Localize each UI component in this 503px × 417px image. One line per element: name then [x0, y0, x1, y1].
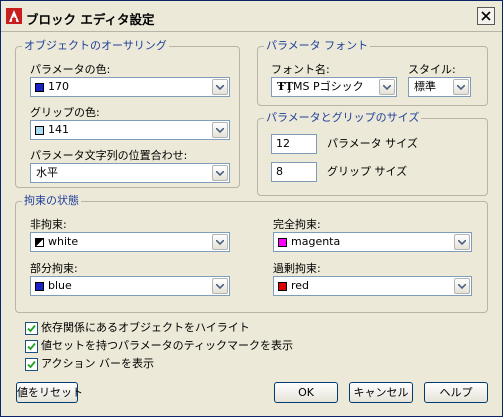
grip-size-input[interactable]: 8	[271, 162, 317, 182]
fully-constrained-dropdown[interactable]	[454, 234, 470, 250]
partially-constrained-value: blue	[48, 279, 72, 292]
unconstrained-dropdown[interactable]	[212, 234, 228, 250]
chevron-down-icon	[216, 240, 224, 245]
param-size-input[interactable]: 12	[271, 134, 317, 154]
text-align-select[interactable]: 水平	[30, 163, 230, 183]
show-tick-marks-label[interactable]: 値セットを持つパラメータのティックマークを表示	[41, 339, 293, 353]
chevron-down-icon	[216, 128, 224, 133]
check-icon	[27, 342, 36, 351]
constraint-status-title: 拘束の状態	[22, 194, 81, 208]
param-color-dropdown[interactable]	[212, 79, 228, 95]
partially-constrained-dropdown[interactable]	[212, 278, 228, 294]
partially-constrained-label: 部分拘束:	[30, 262, 78, 275]
text-align-label: パラメータ文字列の位置合わせ:	[30, 149, 188, 162]
highlight-dependent-checkbox[interactable]	[25, 322, 38, 335]
chevron-down-icon	[216, 284, 224, 289]
over-constrained-swatch	[278, 282, 287, 291]
chevron-down-icon	[457, 85, 465, 90]
font-style-dropdown[interactable]	[453, 79, 469, 95]
check-icon	[27, 360, 36, 369]
unconstrained-select[interactable]: white	[30, 232, 230, 252]
unconstrained-value: white	[48, 235, 79, 248]
chevron-down-icon	[216, 171, 224, 176]
font-name-select[interactable]: ŦŢ MS Pゴシック	[271, 77, 397, 97]
font-style-select[interactable]: 標準	[408, 77, 471, 97]
param-color-label: パラメータの色:	[30, 63, 111, 76]
grip-color-label: グリップの色:	[30, 106, 100, 119]
text-align-dropdown[interactable]	[212, 165, 228, 181]
param-grip-size-title: パラメータとグリップのサイズ	[264, 111, 422, 125]
truetype-font-icon: ŦŢ	[277, 80, 294, 93]
highlight-dependent-label[interactable]: 依存関係にあるオブジェクトをハイライト	[41, 321, 250, 335]
chevron-down-icon	[383, 85, 391, 90]
constraint-status-group: 拘束の状態	[15, 194, 488, 313]
param-font-title: パラメータ フォント	[264, 39, 371, 53]
grip-color-value: 141	[48, 123, 69, 136]
chevron-down-icon	[458, 284, 466, 289]
fully-constrained-value: magenta	[291, 235, 341, 248]
block-editor-settings-dialog: ブロック エディタ設定 オブジェクトのオーサリング パラメータの色: 170 グ…	[0, 0, 503, 417]
help-button[interactable]: ヘルプ	[424, 382, 488, 403]
param-size-value: 12	[276, 137, 290, 150]
show-action-bar-checkbox[interactable]	[25, 358, 38, 371]
param-grip-size-group: パラメータとグリップのサイズ	[257, 111, 488, 196]
font-name-value: MS Pゴシック	[293, 80, 364, 93]
font-style-label: スタイル:	[408, 63, 456, 76]
close-button[interactable]	[477, 7, 495, 25]
param-color-swatch	[35, 83, 44, 92]
fully-constrained-label: 完全拘束:	[273, 218, 321, 231]
grip-size-value: 8	[276, 165, 283, 178]
partially-constrained-swatch	[35, 282, 44, 291]
over-constrained-value: red	[291, 279, 310, 292]
title-bar: ブロック エディタ設定	[1, 1, 502, 32]
text-align-value: 水平	[36, 166, 58, 179]
ok-button[interactable]: OK	[274, 382, 338, 403]
unconstrained-swatch	[35, 238, 44, 247]
chevron-down-icon	[458, 240, 466, 245]
over-constrained-dropdown[interactable]	[454, 278, 470, 294]
autocad-logo-icon	[6, 8, 22, 24]
param-color-value: 170	[48, 80, 69, 93]
object-authoring-title: オブジェクトのオーサリング	[22, 39, 169, 53]
font-name-dropdown[interactable]	[379, 79, 395, 95]
check-icon	[27, 324, 36, 333]
fully-constrained-swatch	[278, 238, 287, 247]
font-style-value: 標準	[414, 80, 436, 93]
show-action-bar-label[interactable]: アクション バーを表示	[41, 357, 154, 371]
reset-values-button[interactable]: 値をリセット	[16, 382, 83, 403]
grip-color-select[interactable]: 141	[30, 120, 230, 140]
unconstrained-label: 非拘束:	[30, 218, 67, 231]
fully-constrained-select[interactable]: magenta	[273, 232, 472, 252]
param-size-label: パラメータ サイズ	[327, 137, 418, 150]
chevron-down-icon	[216, 85, 224, 90]
partially-constrained-select[interactable]: blue	[30, 276, 230, 296]
show-tick-marks-checkbox[interactable]	[25, 340, 38, 353]
over-constrained-select[interactable]: red	[273, 276, 472, 296]
font-name-label: フォント名:	[271, 63, 330, 76]
grip-color-swatch	[35, 126, 44, 135]
dialog-title: ブロック エディタ設定	[26, 12, 155, 27]
param-color-select[interactable]: 170	[30, 77, 230, 97]
cancel-button[interactable]: キャンセル	[349, 382, 413, 403]
grip-color-dropdown[interactable]	[212, 122, 228, 138]
over-constrained-label: 過剰拘束:	[273, 262, 321, 275]
grip-size-label: グリップ サイズ	[327, 165, 408, 178]
close-icon	[481, 11, 491, 21]
